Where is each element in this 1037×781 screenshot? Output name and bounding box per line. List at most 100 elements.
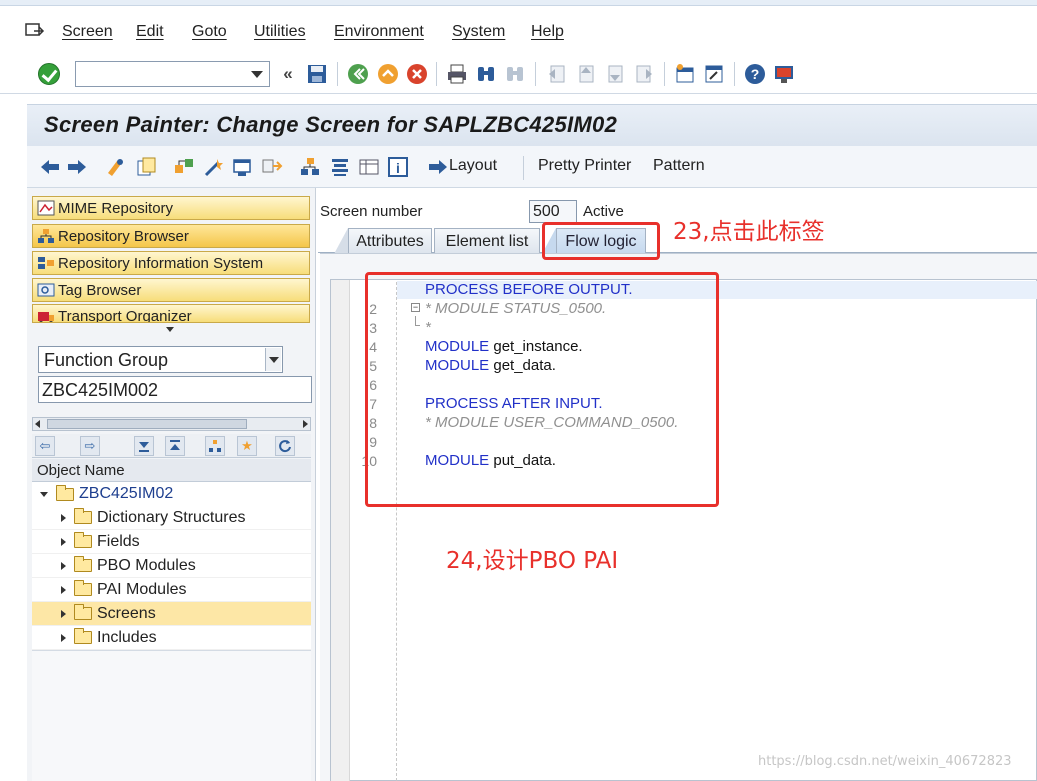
tree-hierarchy-icon[interactable] bbox=[205, 436, 225, 456]
chevron-down-icon[interactable] bbox=[265, 348, 281, 371]
layout-arrow-icon[interactable] bbox=[426, 156, 450, 178]
print-icon[interactable] bbox=[445, 62, 469, 86]
save-icon[interactable] bbox=[305, 62, 329, 86]
screen-menu-icon[interactable] bbox=[25, 22, 45, 40]
collapsed-caret-icon[interactable] bbox=[61, 537, 66, 546]
tab-attributes[interactable]: Attributes bbox=[348, 228, 432, 254]
cancel-icon[interactable] bbox=[405, 62, 429, 86]
tree-root-node[interactable]: ZBC425IM02 bbox=[32, 482, 311, 506]
collapsed-caret-icon[interactable] bbox=[61, 609, 66, 618]
previous-page-icon[interactable] bbox=[574, 62, 598, 86]
command-field[interactable] bbox=[75, 61, 270, 87]
pattern-button[interactable]: Pattern bbox=[653, 157, 705, 175]
check-syntax-icon[interactable] bbox=[172, 156, 196, 178]
find-next-icon[interactable] bbox=[503, 62, 527, 86]
element-list-icon[interactable] bbox=[328, 156, 352, 178]
first-page-icon[interactable] bbox=[545, 62, 569, 86]
customize-layout-icon[interactable] bbox=[772, 62, 796, 86]
find-icon[interactable] bbox=[474, 62, 498, 86]
annotation-step-23: 23,点击此标签 bbox=[673, 219, 825, 245]
tree-node-pai-modules[interactable]: PAI Modules bbox=[32, 578, 311, 602]
exit-icon[interactable] bbox=[376, 62, 400, 86]
transport-organizer-label: Transport Organizer bbox=[58, 308, 192, 323]
menu-system[interactable]: System bbox=[452, 23, 505, 41]
menu-goto[interactable]: Goto bbox=[192, 23, 227, 41]
menu-help[interactable]: Help bbox=[531, 23, 564, 41]
annotation-highlight-code bbox=[365, 272, 719, 507]
folder-open-icon bbox=[56, 484, 74, 501]
scroll-right-icon[interactable] bbox=[303, 420, 308, 428]
folder-icon bbox=[74, 508, 92, 524]
tree-expand-icon[interactable] bbox=[165, 436, 185, 456]
scroll-left-icon[interactable] bbox=[35, 420, 40, 428]
tree-node-screens[interactable]: Screens bbox=[32, 602, 311, 626]
splitter-chevron-down-icon[interactable] bbox=[166, 327, 174, 332]
tree-node-dictionary-structures[interactable]: Dictionary Structures bbox=[32, 506, 311, 530]
where-used-icon[interactable] bbox=[231, 156, 255, 178]
svg-text:i: i bbox=[396, 160, 400, 176]
chevron-down-icon[interactable] bbox=[251, 71, 263, 78]
new-session-icon[interactable] bbox=[673, 62, 697, 86]
horizontal-scrollbar[interactable] bbox=[32, 417, 311, 431]
last-page-icon[interactable] bbox=[632, 62, 656, 86]
tree-node-pbo-modules[interactable]: PBO Modules bbox=[32, 554, 311, 578]
menu-utilities[interactable]: Utilities bbox=[254, 23, 306, 41]
tag-browser-icon bbox=[36, 281, 56, 299]
tree-column-header[interactable]: Object Name bbox=[32, 459, 311, 482]
svg-text:?: ? bbox=[751, 66, 760, 82]
hierarchy-icon[interactable] bbox=[298, 156, 322, 178]
object-name-input[interactable]: ZBC425IM002 bbox=[38, 376, 312, 403]
collapsed-caret-icon[interactable] bbox=[61, 585, 66, 594]
transport-organizer-button[interactable]: Transport Organizer bbox=[32, 304, 310, 323]
help-icon[interactable]: ? bbox=[743, 62, 767, 86]
tab-element-list[interactable]: Element list bbox=[434, 228, 540, 254]
menu-environment[interactable]: Environment bbox=[334, 23, 424, 41]
next-page-icon[interactable] bbox=[603, 62, 627, 86]
repository-browser-button[interactable]: Repository Browser bbox=[32, 224, 310, 248]
expanded-caret-icon[interactable] bbox=[40, 491, 48, 497]
mime-repository-icon bbox=[36, 199, 56, 217]
screen-status: Active bbox=[583, 203, 624, 220]
collapsed-caret-icon[interactable] bbox=[61, 633, 66, 642]
object-tree: ZBC425IM02 Dictionary Structures Fields … bbox=[32, 482, 311, 650]
menu-edit[interactable]: Edit bbox=[136, 23, 164, 41]
mime-repository-button[interactable]: MIME Repository bbox=[32, 196, 310, 220]
repository-info-icon bbox=[36, 254, 56, 272]
tag-browser-button[interactable]: Tag Browser bbox=[32, 278, 310, 302]
favorites-star-icon[interactable]: ★ bbox=[237, 436, 257, 456]
back-arrow-icon[interactable] bbox=[38, 156, 62, 178]
shortcut-icon[interactable] bbox=[702, 62, 726, 86]
info-icon[interactable]: i bbox=[386, 156, 410, 178]
collapse-command-icon[interactable]: « bbox=[276, 62, 300, 86]
back-icon[interactable] bbox=[346, 62, 370, 86]
collapsed-caret-icon[interactable] bbox=[61, 561, 66, 570]
editor-gutter bbox=[331, 280, 350, 781]
object-type-value: Function Group bbox=[44, 350, 169, 370]
menu-screen[interactable]: Screen bbox=[62, 23, 113, 41]
tree-collapse-icon[interactable] bbox=[134, 436, 154, 456]
display-change-icon[interactable] bbox=[104, 156, 128, 178]
repository-information-system-button[interactable]: Repository Information System bbox=[32, 251, 310, 275]
tree-node-fields[interactable]: Fields bbox=[32, 530, 311, 554]
repository-information-system-label: Repository Information System bbox=[58, 254, 264, 272]
tree-refresh-icon[interactable] bbox=[275, 436, 295, 456]
tree-back-icon[interactable]: ⇦ bbox=[35, 436, 55, 456]
layout-button[interactable]: Layout bbox=[449, 157, 497, 175]
screen-number-field[interactable]: 500 bbox=[529, 200, 577, 223]
scroll-thumb[interactable] bbox=[47, 419, 247, 429]
collapsed-caret-icon[interactable] bbox=[61, 513, 66, 522]
toolbar-separator bbox=[436, 62, 437, 86]
forward-arrow-icon[interactable] bbox=[65, 156, 89, 178]
page-title: Screen Painter: Change Screen for SAPLZB… bbox=[44, 112, 618, 137]
object-type-select[interactable]: Function Group bbox=[38, 346, 283, 373]
folder-icon bbox=[74, 532, 92, 548]
toolbar-separator bbox=[535, 62, 536, 86]
enter-check-icon[interactable] bbox=[38, 63, 60, 85]
active-inactive-icon[interactable] bbox=[134, 156, 158, 178]
pretty-printer-button[interactable]: Pretty Printer bbox=[538, 157, 631, 175]
activate-icon[interactable] bbox=[202, 156, 226, 178]
tree-node-includes[interactable]: Includes bbox=[32, 626, 311, 650]
table-view-icon[interactable] bbox=[357, 156, 381, 178]
tree-forward-icon[interactable]: ⇨ bbox=[80, 436, 100, 456]
object-list-icon[interactable] bbox=[260, 156, 284, 178]
